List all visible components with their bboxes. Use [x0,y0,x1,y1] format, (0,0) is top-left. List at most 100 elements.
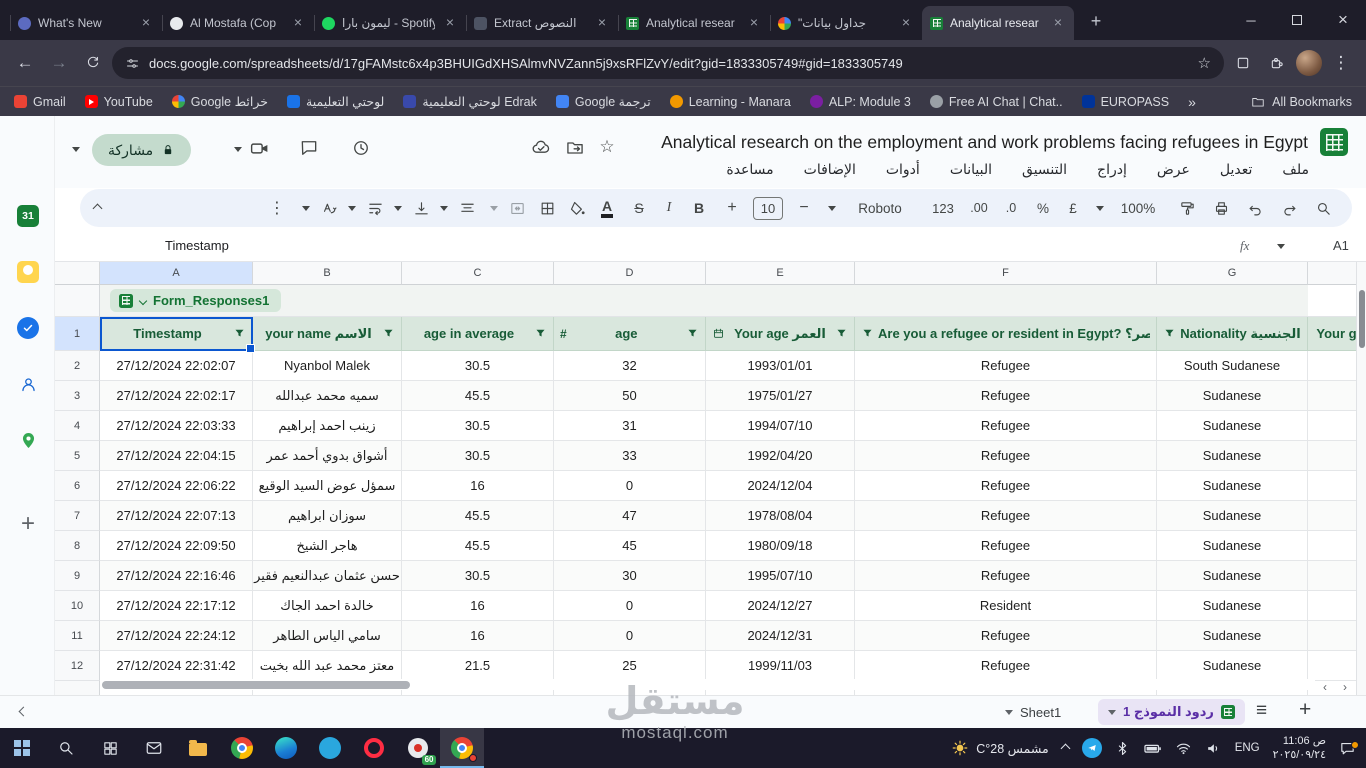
bookmark-alp[interactable]: ALP: Module 3 [809,95,911,109]
cell-your-age[interactable]: 2024/12/04 [706,471,855,501]
cell-timestamp[interactable]: 27/12/2024 22:07:13 [100,501,253,531]
menu-item[interactable]: الإضافات [801,160,859,179]
cell-refugee-status[interactable]: Refugee [855,561,1157,591]
edge-icon[interactable] [264,728,308,768]
cell-your-age[interactable]: 1999/11/03 [706,651,855,681]
bold-icon[interactable]: B [686,189,712,227]
search-icon[interactable] [1310,189,1336,227]
cell-age[interactable]: 0 [554,591,706,621]
chrome-active-icon[interactable] [440,728,484,768]
fill-color-icon[interactable] [564,189,590,227]
bookmarks-overflow-icon[interactable]: » [1188,94,1196,110]
bookmark-google-maps[interactable]: Google خرائط [171,94,268,109]
print-icon[interactable] [1208,189,1234,227]
collapse-side-panel-icon[interactable] [18,706,29,717]
cell-refugee-status[interactable]: Refugee [855,441,1157,471]
row-header[interactable]: 2 [55,351,100,381]
strikethrough-icon[interactable]: S [626,189,652,227]
header-cell-timestamp[interactable]: Timestamp [100,317,253,351]
row-header[interactable]: 8 [55,531,100,561]
text-color-icon[interactable]: A [594,189,620,227]
cell-age[interactable]: 30 [554,561,706,591]
cell-timestamp[interactable]: 27/12/2024 22:03:33 [100,411,253,441]
cell-age-average[interactable]: 30.5 [402,561,554,591]
cell-age[interactable]: 50 [554,381,706,411]
filter-icon[interactable] [534,327,547,340]
menu-item[interactable]: إدراج [1094,160,1130,179]
borders-icon[interactable] [534,189,560,227]
row-header-1[interactable]: 1 [55,317,100,351]
cell-name[interactable]: سامي الياس الطاهر [253,621,402,651]
cell-refugee-status[interactable]: Refugee [855,411,1157,441]
cell-your-age[interactable]: 1978/08/04 [706,501,855,531]
collapse-toolbar-icon[interactable] [86,189,108,227]
taskbar-clock[interactable]: 11:06 ص ٢٠٢٥/٠٩/٢٤ [1273,734,1326,763]
cell-age[interactable]: 32 [554,351,706,381]
header-cell-age-average[interactable]: age in average [402,317,554,351]
cell-timestamp[interactable]: 27/12/2024 22:02:17 [100,381,253,411]
wifi-icon[interactable] [1175,740,1192,757]
new-tab-button[interactable]: + [1082,7,1110,35]
horizontal-scrollbar[interactable] [100,679,1315,690]
cell-timestamp[interactable]: 27/12/2024 22:16:46 [100,561,253,591]
cell-your-age[interactable]: 1992/04/20 [706,441,855,471]
comments-button[interactable] [296,135,322,161]
browser-tab-al-mostafa[interactable]: Al Mostafa (Cop × [162,6,314,40]
zoom-caret-icon[interactable] [1092,189,1108,227]
minimize-button[interactable]: ─ [1228,0,1274,40]
increase-font-icon[interactable]: + [720,189,744,227]
text-rotation-caret-icon[interactable] [298,189,314,227]
text-rotation-icon[interactable] [316,189,342,227]
zoom-selector[interactable]: 100% [1114,189,1162,227]
vertical-scrollbar[interactable] [1356,262,1366,695]
tasks-icon[interactable] [16,316,40,340]
star-document-icon[interactable]: ☆ [594,134,620,160]
column-header-D[interactable]: D [554,262,706,285]
cell-nationality[interactable]: Sudanese [1157,561,1308,591]
keep-icon[interactable] [16,260,40,284]
bookmark-free-ai-chat[interactable]: Free AI Chat | Chat.. [929,95,1063,109]
scroll-right-icon[interactable]: › [1343,680,1347,694]
font-family-selector[interactable]: Roboto [848,189,912,227]
horizontal-align-caret-icon[interactable] [436,189,452,227]
merge-cells-icon[interactable] [504,189,530,227]
row-header-band[interactable] [55,285,100,317]
maps-icon[interactable] [16,428,40,452]
cell-name[interactable]: خالدة احمد الجاك [253,591,402,621]
filter-icon[interactable] [1163,327,1176,340]
browser-menu-icon[interactable]: ⋮ [1326,48,1356,78]
vertical-scrollbar-thumb[interactable] [1358,290,1365,348]
save-status-cloud-icon[interactable] [528,135,554,161]
cell-nationality[interactable]: Sudanese [1157,531,1308,561]
row-header[interactable]: 4 [55,411,100,441]
cell-name[interactable]: أشواق بدوي أحمد عمر [253,441,402,471]
cell-refugee-status[interactable]: Refugee [855,651,1157,681]
menu-item[interactable]: ملف [1279,160,1312,179]
cell-timestamp[interactable]: 27/12/2024 22:31:42 [100,651,253,681]
merge-caret-icon[interactable] [486,189,502,227]
cell-age[interactable]: 33 [554,441,706,471]
font-caret-icon[interactable] [824,189,840,227]
header-cell-your-age[interactable]: Your age العمر [706,317,855,351]
cell-your-age[interactable]: 1995/07/10 [706,561,855,591]
telegram-icon[interactable] [1081,738,1102,758]
video-call-button[interactable] [246,135,272,161]
task-view-icon[interactable] [88,728,132,768]
menu-item[interactable]: التنسيق [1019,160,1070,179]
cell-nationality[interactable]: Sudanese [1157,651,1308,681]
cell-your-age[interactable]: 2024/12/31 [706,621,855,651]
all-bookmarks-button[interactable]: All Bookmarks [1251,95,1352,109]
cell-nationality[interactable]: Sudanese [1157,471,1308,501]
cell-your-age[interactable]: 1993/01/01 [706,351,855,381]
undo-icon[interactable] [1242,189,1268,227]
cell-timestamp[interactable]: 27/12/2024 22:24:12 [100,621,253,651]
scroll-left-icon[interactable]: ‹ [1323,680,1327,694]
all-sheets-icon[interactable]: ≡ [1256,700,1267,722]
row-header[interactable]: 3 [55,381,100,411]
move-to-folder-icon[interactable] [562,135,588,161]
wrap-caret-icon[interactable] [344,189,360,227]
battery-icon[interactable] [1143,739,1162,758]
cell-your-age[interactable]: 1975/01/27 [706,381,855,411]
currency-format-icon[interactable]: £ [1060,189,1086,227]
sheet-tab-sheet1[interactable]: Sheet1 [1005,696,1061,729]
